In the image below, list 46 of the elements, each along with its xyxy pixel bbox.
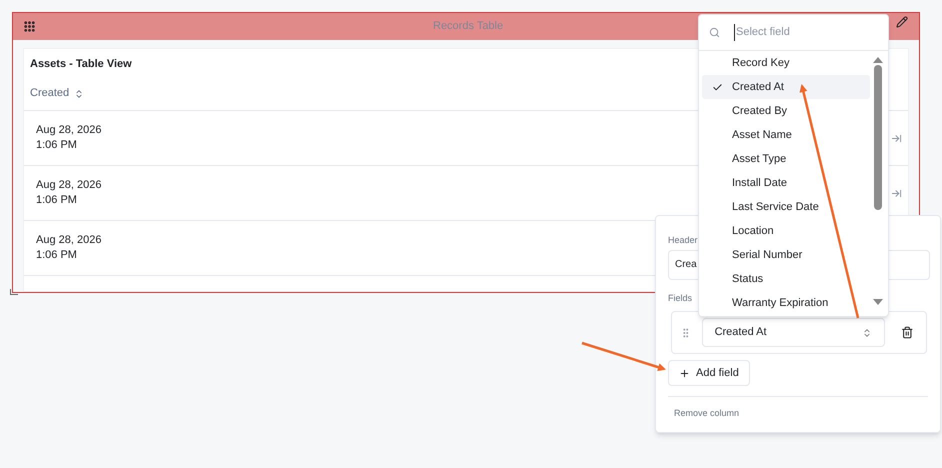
field-option[interactable]: Serial Number bbox=[702, 243, 870, 267]
field-option[interactable]: Status bbox=[702, 267, 870, 291]
search-input[interactable]: Select field bbox=[734, 24, 864, 41]
check-icon bbox=[712, 82, 722, 92]
field-option[interactable]: Location bbox=[702, 219, 870, 243]
date-cell: Aug 28, 2026 1:06 PM bbox=[36, 123, 102, 153]
field-option[interactable]: Created At bbox=[702, 75, 870, 99]
field-option[interactable]: Install Date bbox=[702, 171, 870, 195]
field-select[interactable]: Created At bbox=[702, 318, 886, 347]
scrollbar[interactable] bbox=[873, 57, 883, 305]
fields-label: Fields bbox=[668, 292, 692, 304]
arrow-to-line-icon[interactable] bbox=[891, 132, 902, 144]
grid-dots-icon[interactable] bbox=[23, 20, 36, 33]
option-label: Last Service Date bbox=[732, 200, 819, 215]
column-header[interactable]: Created bbox=[30, 85, 84, 102]
chevrons-icon bbox=[862, 328, 872, 338]
option-label: Asset Name bbox=[732, 128, 792, 143]
search-icon bbox=[709, 27, 720, 38]
trash-icon[interactable] bbox=[901, 326, 914, 339]
option-label: Install Date bbox=[732, 176, 788, 191]
option-label: Location bbox=[732, 224, 774, 239]
option-label: Created At bbox=[732, 80, 784, 95]
option-label: Asset Type bbox=[732, 152, 786, 167]
field-option[interactable]: Last Service Date bbox=[702, 195, 870, 219]
remove-column-link[interactable]: Remove column bbox=[674, 407, 740, 420]
field-option[interactable]: Record Key bbox=[702, 51, 870, 75]
edit-icon[interactable] bbox=[896, 16, 908, 28]
header-label: Header bbox=[668, 234, 698, 247]
date-cell: Aug 28, 2026 1:06 PM bbox=[36, 233, 102, 263]
field-option[interactable]: Asset Name bbox=[702, 123, 870, 147]
option-label: Status bbox=[732, 272, 764, 287]
date-cell: Aug 28, 2026 1:06 PM bbox=[36, 178, 102, 208]
option-label: Serial Number bbox=[732, 248, 802, 263]
plus-icon bbox=[679, 368, 690, 378]
option-label: Record Key bbox=[732, 56, 790, 71]
arrow-to-line-icon[interactable] bbox=[891, 188, 902, 198]
resize-handle-icon[interactable] bbox=[10, 289, 18, 295]
field-option[interactable]: Created By bbox=[702, 99, 870, 123]
add-field-button[interactable]: Add field bbox=[668, 360, 750, 386]
option-label: Created By bbox=[732, 104, 788, 119]
widget-title: Records Table bbox=[433, 19, 504, 34]
field-option[interactable]: Warranty Expiration bbox=[702, 291, 870, 315]
option-label: Warranty Expiration bbox=[732, 296, 828, 311]
table-title: Assets - Table View bbox=[30, 57, 132, 70]
sort-icon bbox=[74, 88, 84, 98]
field-option[interactable]: Asset Type bbox=[702, 147, 870, 171]
